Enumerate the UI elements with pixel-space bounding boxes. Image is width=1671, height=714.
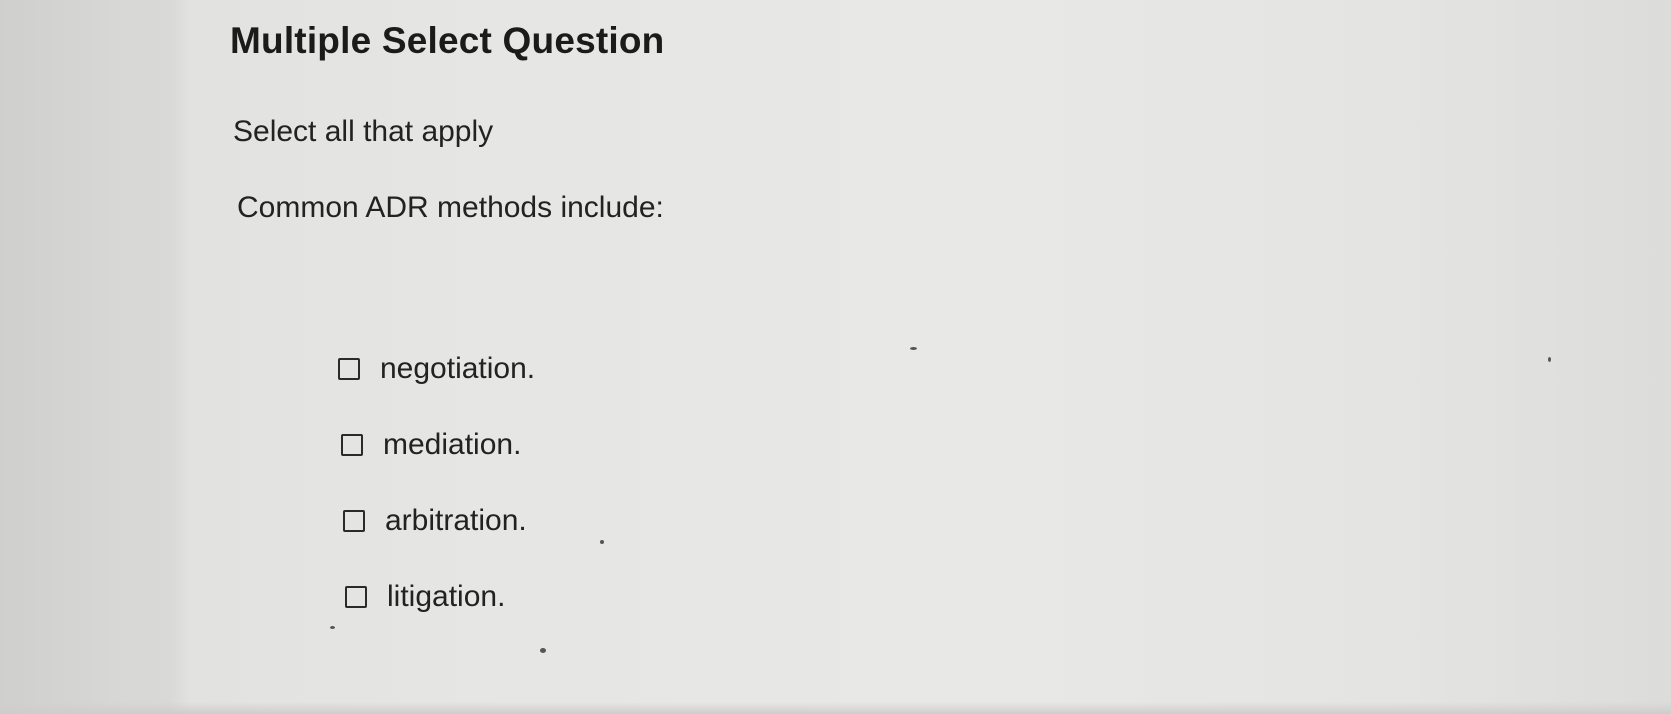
option-label: mediation.: [383, 428, 522, 461]
option-label: arbitration.: [385, 504, 527, 537]
option-litigation[interactable]: litigation.: [338, 578, 535, 616]
question-prompt: Common ADR methods include:: [237, 191, 664, 224]
screen-speck: [910, 347, 917, 350]
option-label: litigation.: [387, 580, 506, 613]
option-negotiation[interactable]: negotiation.: [338, 350, 535, 388]
screen-speck: [540, 648, 546, 653]
screen-speck: [330, 626, 335, 629]
option-label: negotiation.: [380, 352, 536, 385]
answer-options: negotiation. mediation. arbitration. lit…: [338, 350, 535, 654]
screen-bottom-edge: [0, 702, 1671, 714]
option-arbitration[interactable]: arbitration.: [338, 502, 535, 540]
screen-speck: [1548, 357, 1551, 362]
question-title: Multiple Select Question: [230, 20, 665, 61]
option-mediation[interactable]: mediation.: [338, 426, 535, 464]
screen-speck: [600, 540, 604, 544]
checkbox-litigation[interactable]: [345, 586, 367, 608]
question-panel: Multiple Select Question Select all that…: [0, 0, 1671, 714]
checkbox-arbitration[interactable]: [343, 510, 365, 532]
checkbox-negotiation[interactable]: [338, 358, 360, 380]
question-instruction: Select all that apply: [233, 115, 494, 148]
checkbox-mediation[interactable]: [341, 434, 363, 456]
